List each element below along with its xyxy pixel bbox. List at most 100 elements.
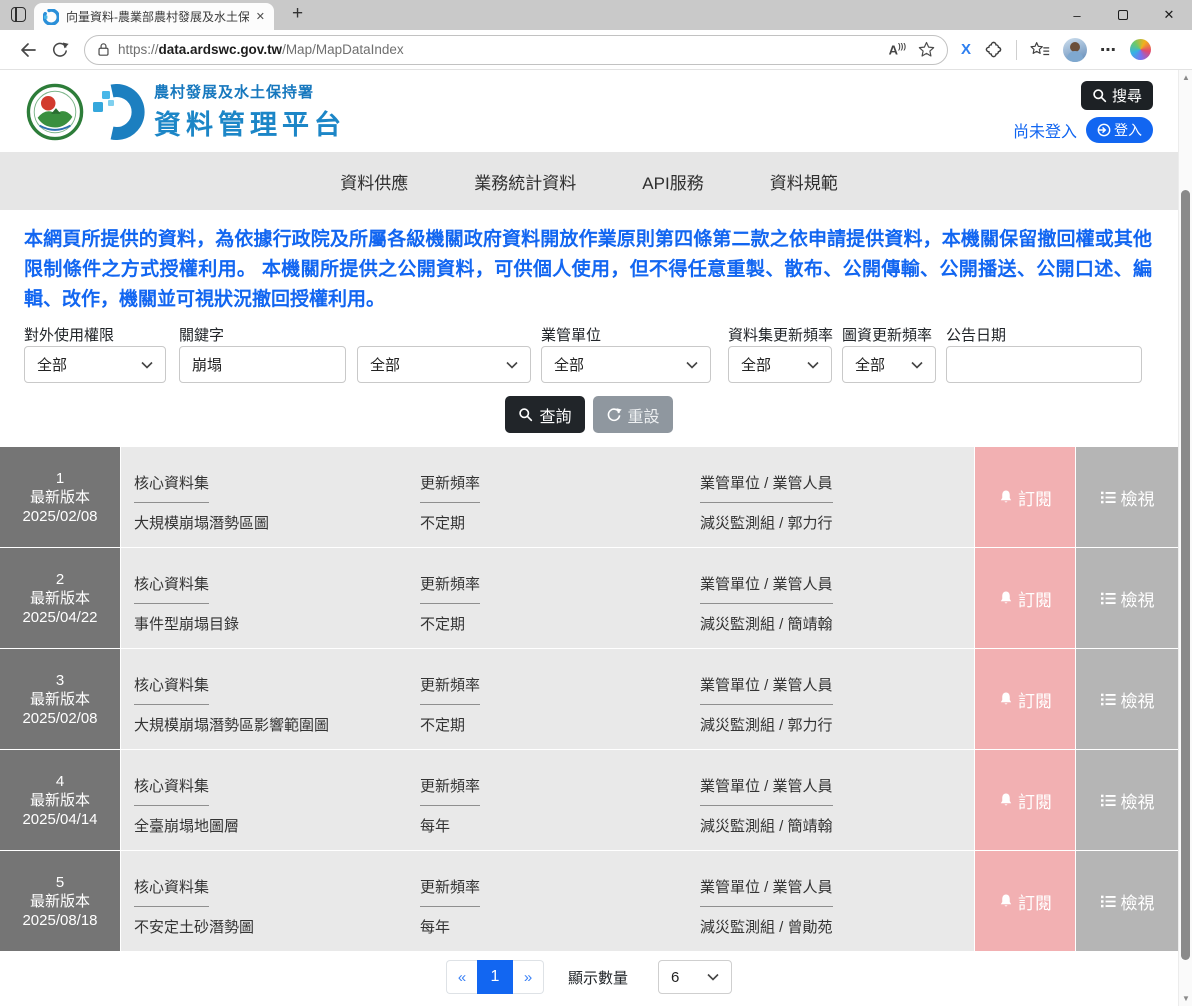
usage-rights-select[interactable]: 全部 [24, 346, 166, 383]
reload-icon[interactable] [51, 41, 69, 59]
category-select[interactable]: 全部 [357, 346, 531, 383]
keyword-input-wrap [179, 346, 346, 383]
org-name: 農村發展及水土保持署 [154, 81, 346, 102]
view-button[interactable]: 檢視 [1076, 649, 1178, 749]
unit-value: 減災監測組 / 簡靖翰 [700, 815, 833, 836]
filter-category: 全部 [357, 324, 531, 383]
freq-label: 更新頻率 [420, 775, 480, 806]
site-name: 資料管理平台 [154, 103, 346, 142]
reset-button-label: 重設 [628, 403, 660, 427]
scrollbar-thumb[interactable] [1181, 190, 1190, 960]
unit-label: 業管單位 / 業管人員 [700, 573, 833, 604]
read-aloud-icon[interactable]: A))) [889, 42, 906, 57]
search-icon [518, 407, 533, 422]
table-row: 3 最新版本 2025/02/08 核心資料集大規模崩塌潛勢區影響範圍圖 更新頻… [0, 649, 1178, 749]
profile-avatar[interactable] [1063, 38, 1087, 62]
subscribe-button[interactable]: 訂閱 [975, 750, 1075, 850]
maximize-icon [1118, 10, 1128, 20]
subscribe-button[interactable]: 訂閱 [975, 851, 1075, 951]
table-row: 1 最新版本 2025/02/08 核心資料集大規模崩塌潛勢區圖 更新頻率不定期… [0, 447, 1178, 547]
subscribe-button[interactable]: 訂閱 [975, 447, 1075, 547]
close-button[interactable]: ✕ [1146, 0, 1192, 30]
bell-icon [998, 893, 1014, 909]
announce-date-input[interactable] [959, 356, 1129, 373]
query-button[interactable]: 查詢 [505, 396, 584, 433]
page-prev-button[interactable]: « [446, 960, 477, 994]
scrollbar-up-icon[interactable]: ▲ [1179, 70, 1192, 85]
filter-keyword: 關鍵字 [179, 324, 346, 383]
filter-announce-date-label: 公告日期 [946, 324, 1142, 346]
unit-select[interactable]: 全部 [541, 346, 711, 383]
list-icon [1100, 793, 1117, 808]
toolbar-divider [1016, 40, 1017, 60]
category-value: 全部 [370, 354, 400, 375]
filter-bar: 對外使用權限 全部 關鍵字 全部 業管單位 全部 [0, 324, 1178, 383]
site-favicon [43, 9, 59, 25]
subscribe-button[interactable]: 訂閱 [975, 548, 1075, 648]
site-logo[interactable]: 農村發展及水土保持署 資料管理平台 [26, 81, 346, 142]
workspaces-icon[interactable] [11, 7, 26, 22]
copilot-icon[interactable] [1130, 39, 1151, 60]
filter-category-label [357, 324, 531, 346]
lock-icon[interactable] [97, 42, 110, 57]
favorites-bar-icon[interactable] [1030, 41, 1050, 58]
nav-item-data-supply[interactable]: 資料供應 [340, 169, 408, 194]
page-scrollbar[interactable]: ▲ ▼ [1178, 70, 1192, 1006]
x-extension-icon[interactable]: X [961, 41, 971, 58]
window-controls: – ✕ [1054, 0, 1192, 30]
view-button[interactable]: 檢視 [1076, 750, 1178, 850]
nav-item-api[interactable]: API服務 [642, 169, 703, 194]
bell-icon [998, 489, 1014, 505]
unit-value: 減災監測組 / 郭力行 [700, 512, 833, 533]
url-text: https://data.ardswc.gov.tw/Map/MapDataIn… [118, 42, 404, 57]
nav-item-statistics[interactable]: 業務統計資料 [474, 169, 576, 194]
subscribe-button[interactable]: 訂閱 [975, 649, 1075, 749]
view-label: 檢視 [1121, 586, 1155, 611]
browser-tab[interactable]: 向量資料-農業部農村發展及水土保 ✕ [34, 3, 274, 30]
filter-map-freq-label: 圖資更新頻率 [842, 324, 936, 346]
reset-button[interactable]: 重設 [593, 396, 673, 433]
dataset-freq-select[interactable]: 全部 [728, 346, 832, 383]
view-button[interactable]: 檢視 [1076, 851, 1178, 951]
dataset-name: 大規模崩塌潛勢區圖 [134, 512, 269, 533]
favorite-star-icon[interactable] [918, 41, 935, 58]
row-number: 5 [56, 873, 64, 892]
address-bar[interactable]: https://data.ardswc.gov.tw/Map/MapDataIn… [84, 35, 948, 65]
view-button[interactable]: 檢視 [1076, 548, 1178, 648]
tab-close-icon[interactable]: ✕ [256, 10, 265, 23]
maximize-button[interactable] [1100, 0, 1146, 30]
page-current[interactable]: 1 [477, 960, 513, 994]
back-icon[interactable] [19, 41, 37, 59]
page-next-button[interactable]: » [513, 960, 544, 994]
query-button-label: 查詢 [539, 403, 571, 427]
chevron-down-icon [707, 973, 719, 981]
keyword-input[interactable] [192, 356, 333, 373]
new-tab-button[interactable]: + [292, 3, 303, 25]
scrollbar-down-icon[interactable]: ▼ [1179, 991, 1192, 1006]
filter-dataset-freq-label: 資料集更新頻率 [728, 324, 832, 346]
nav-item-data-spec[interactable]: 資料規範 [770, 169, 838, 194]
chevron-down-icon [686, 361, 698, 369]
header-search-label: 搜尋 [1112, 85, 1142, 106]
header-search-button[interactable]: 搜尋 [1081, 81, 1153, 110]
extensions-icon[interactable] [984, 40, 1003, 59]
view-button[interactable]: 檢視 [1076, 447, 1178, 547]
browser-toolbar: https://data.ardswc.gov.tw/Map/MapDataIn… [0, 30, 1192, 70]
row-version-cell: 4 最新版本 2025/04/14 [0, 750, 120, 850]
login-status: 尚未登入 [1013, 118, 1077, 142]
browser-tab-strip: 向量資料-農業部農村發展及水土保 ✕ + – ✕ [0, 0, 1192, 30]
display-count-select[interactable]: 6 [658, 960, 732, 994]
minimize-button[interactable]: – [1054, 0, 1100, 30]
freq-label: 更新頻率 [420, 876, 480, 907]
view-label: 檢視 [1121, 485, 1155, 510]
display-count-label: 顯示數量 [568, 967, 628, 988]
map-freq-select[interactable]: 全部 [842, 346, 936, 383]
web-page: 農村發展及水土保持署 資料管理平台 搜尋 尚未登入 登入 資料供應 業務統計資 [0, 70, 1178, 1006]
filter-announce-date: 公告日期 [946, 324, 1142, 383]
list-icon [1100, 692, 1117, 707]
unit-value: 全部 [554, 354, 584, 375]
row-number: 1 [56, 469, 64, 488]
browser-menu-icon[interactable]: ⋯ [1100, 40, 1117, 60]
login-button[interactable]: 登入 [1086, 117, 1153, 143]
row-number: 4 [56, 772, 64, 791]
